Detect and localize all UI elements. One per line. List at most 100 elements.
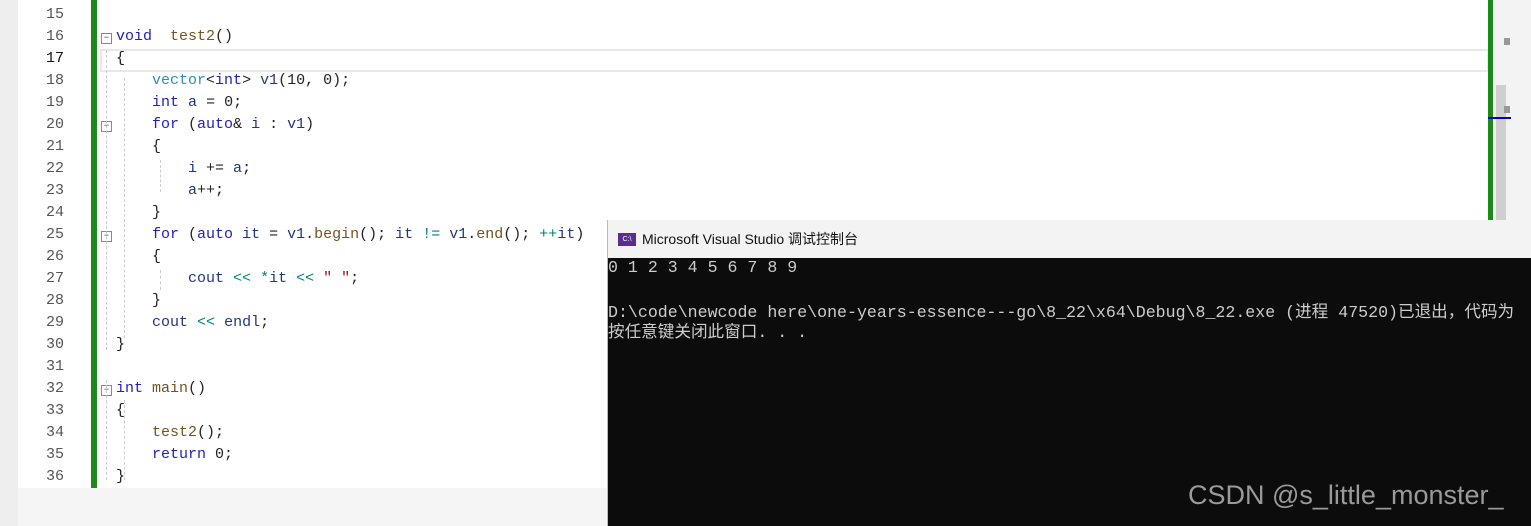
code-line[interactable]: int a = 0; [116, 94, 242, 111]
code-line[interactable]: } [116, 292, 161, 309]
console-app-icon: C:\ [618, 232, 636, 246]
line-number: 29 [45, 314, 64, 331]
code-token: a [233, 160, 243, 177]
code-token: test2 [170, 28, 216, 45]
code-token: } [116, 292, 162, 309]
editor-margin [0, 0, 18, 526]
code-token: { [116, 50, 126, 67]
console-title-bar[interactable]: C:\ Microsoft Visual Studio 调试控制台 [608, 220, 1531, 258]
code-token: int [152, 94, 180, 111]
line-number: 31 [45, 358, 64, 375]
watermark: CSDN @s_little_monster_ [1188, 480, 1504, 510]
code-token: ++ [539, 226, 558, 243]
code-token: it [269, 270, 288, 287]
code-line[interactable]: return 0; [116, 446, 233, 463]
code-line[interactable]: cout << *it << " "; [116, 270, 359, 287]
code-token: = [260, 226, 288, 243]
line-number: 25 [45, 226, 64, 243]
code-token: int [215, 72, 243, 89]
code-token: . [305, 226, 315, 243]
code-token: != [422, 226, 441, 243]
console-output-line: 0 1 2 3 4 5 6 7 8 9 [608, 258, 798, 277]
code-token: i [251, 116, 261, 133]
code-token: : [260, 116, 288, 133]
line-number: 33 [45, 402, 64, 419]
code-token: & [233, 116, 252, 133]
code-line[interactable]: { [116, 138, 161, 155]
scrollbar-marker [1504, 38, 1510, 45]
code-token: ; [350, 270, 360, 287]
code-token: for [152, 116, 180, 133]
indent-guide [124, 78, 125, 338]
code-token: () [188, 380, 207, 397]
change-tracking-bar [91, 0, 97, 488]
code-line[interactable]: { [116, 50, 125, 67]
line-number: 20 [45, 116, 64, 133]
code-token: begin [314, 226, 360, 243]
line-number: 34 [45, 424, 64, 441]
line-number: 30 [45, 336, 64, 353]
code-line[interactable]: for (auto it = v1.begin(); it != v1.end(… [116, 226, 584, 243]
code-token: } [116, 336, 126, 353]
code-token: (); [503, 226, 540, 243]
code-line[interactable]: test2(); [116, 424, 224, 441]
code-line[interactable]: i += a; [116, 160, 251, 177]
code-token: ) [575, 226, 585, 243]
code-token: it [395, 226, 414, 243]
code-token: ; [242, 160, 252, 177]
console-title: Microsoft Visual Studio 调试控制台 [642, 231, 859, 247]
code-line[interactable]: { [116, 248, 161, 265]
code-line[interactable]: vector<int> v1(10, 0); [116, 72, 350, 89]
code-token: auto [197, 116, 234, 133]
code-line[interactable]: } [116, 204, 161, 221]
line-number: 27 [45, 270, 64, 287]
code-line[interactable]: a++; [116, 182, 224, 199]
code-token: . [467, 226, 477, 243]
code-token: ; [260, 314, 270, 331]
code-token: endl [224, 314, 261, 331]
code-token: it [557, 226, 576, 243]
line-number: 36 [45, 468, 64, 485]
code-token: for [152, 226, 180, 243]
line-number: 15 [45, 6, 64, 23]
code-token: { [116, 248, 162, 265]
code-token: (); [359, 226, 396, 243]
line-number: 28 [45, 292, 64, 309]
code-token: } [116, 204, 162, 221]
code-line[interactable]: for (auto& i : v1) [116, 116, 314, 133]
code-token: end [476, 226, 504, 243]
line-number: 16 [45, 28, 64, 45]
indent-guide [160, 270, 161, 290]
code-token: it [242, 226, 261, 243]
code-token: cout [188, 270, 225, 287]
scrollbar-marker [1504, 106, 1510, 113]
code-line[interactable]: } [116, 336, 125, 353]
code-token: 0; [206, 446, 234, 463]
code-line[interactable]: void test2() [116, 28, 233, 45]
current-line-highlight [100, 49, 1489, 72]
code-token: int [116, 380, 144, 397]
code-line[interactable]: int main() [116, 380, 206, 397]
collapse-toggle-icon[interactable]: − [101, 33, 112, 44]
code-token: (10, 0); [278, 72, 351, 89]
code-token: a [188, 94, 198, 111]
code-line[interactable]: cout << endl; [116, 314, 269, 331]
line-number: 35 [45, 446, 64, 463]
console-output-line: 按任意键关闭此窗口. . . [608, 323, 808, 342]
line-number: 24 [45, 204, 64, 221]
code-token: = 0; [197, 94, 243, 111]
